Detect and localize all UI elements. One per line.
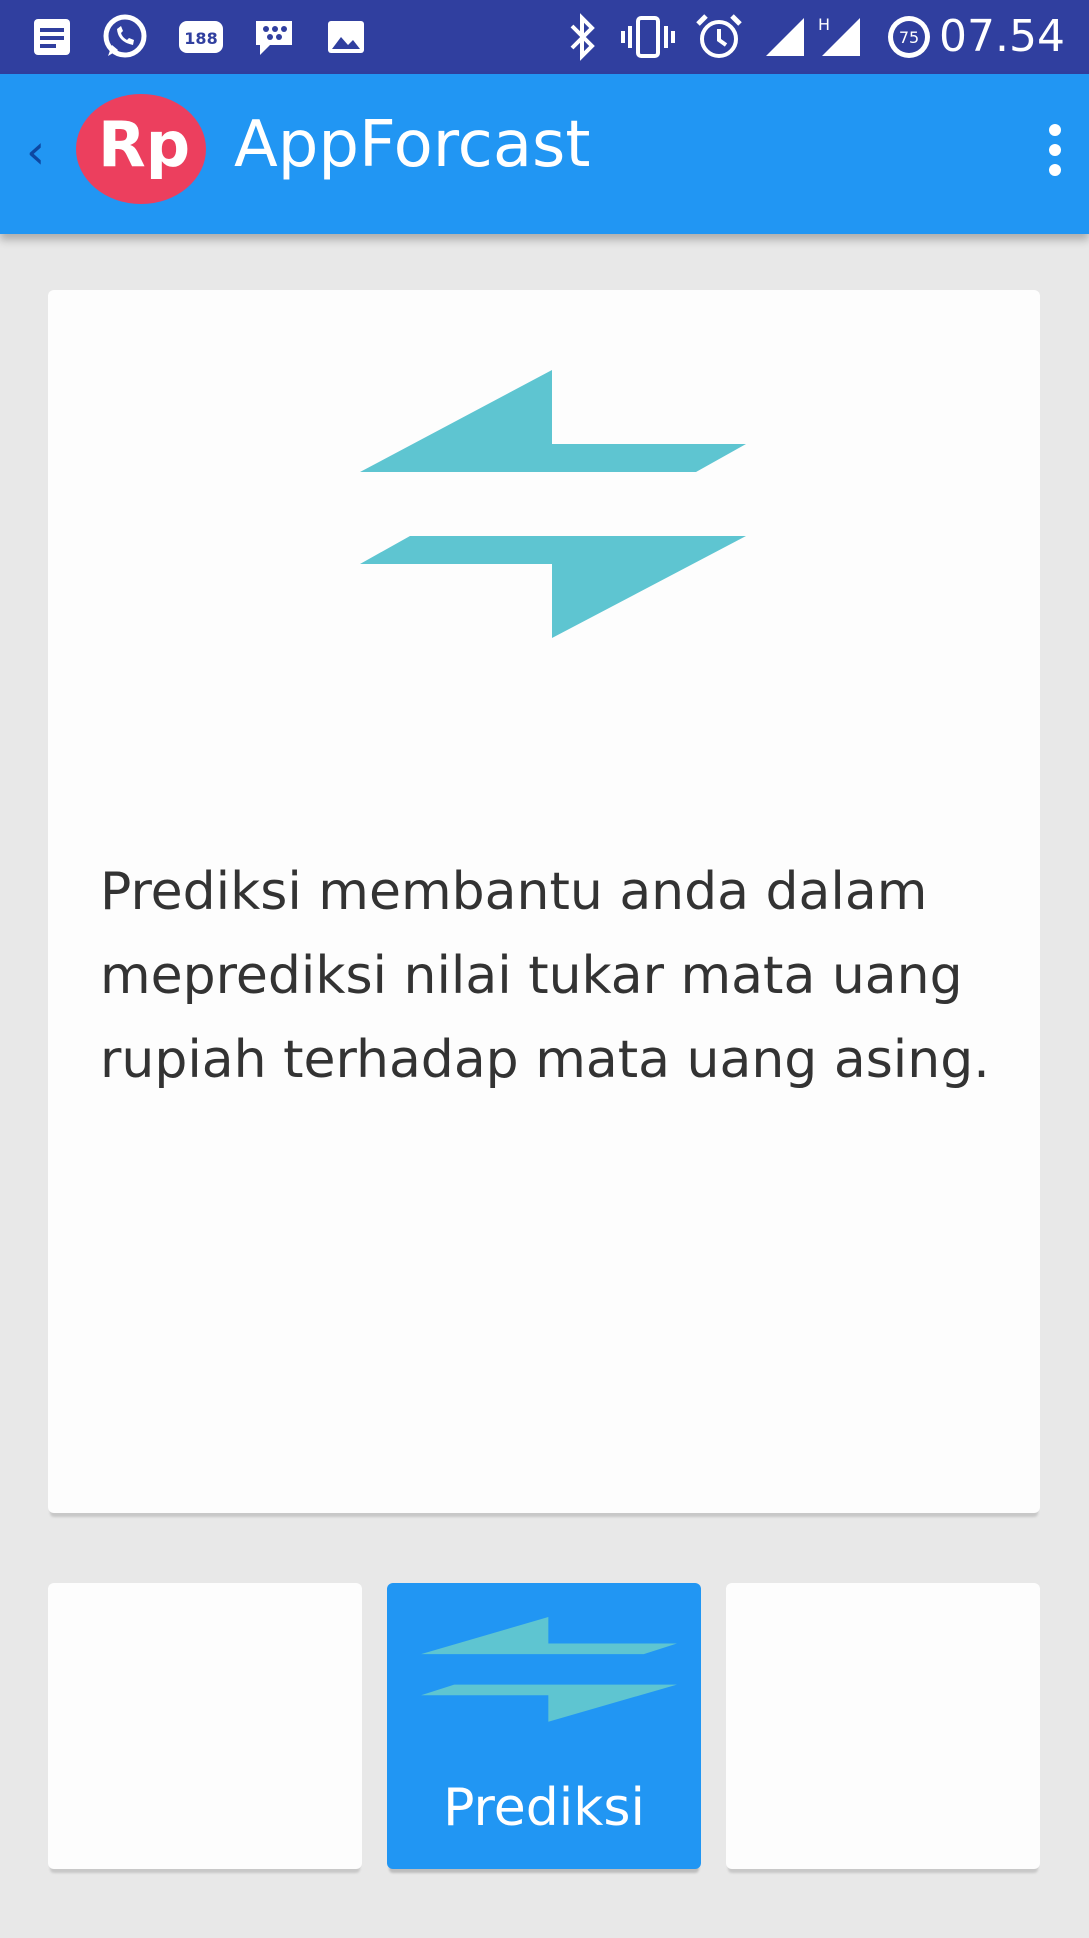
signal-h-icon: H	[812, 12, 864, 62]
vibrate-icon	[620, 12, 676, 62]
swap-arrows-icon	[360, 370, 746, 645]
app-title: AppForcast	[234, 108, 591, 182]
logo-text: Rp	[98, 108, 190, 181]
badge-188-text: 188	[184, 29, 217, 48]
app-logo[interactable]: Rp	[76, 94, 206, 204]
bluetooth-icon	[566, 12, 600, 62]
info-card: Prediksi membantu anda dalam meprediksi …	[48, 290, 1040, 1513]
signal-icon	[762, 12, 808, 62]
tile-right[interactable]	[726, 1583, 1040, 1869]
whatsapp-icon	[100, 12, 150, 62]
app-bar: ‹ Rp AppForcast	[0, 74, 1089, 234]
more-vert-icon[interactable]	[1045, 124, 1065, 184]
notification-188-icon: 188	[176, 12, 226, 62]
tile-prediksi-label: Prediksi	[443, 1778, 645, 1838]
tile-prediksi[interactable]: Prediksi	[387, 1583, 701, 1869]
bbm-icon	[252, 12, 296, 62]
network-type-text: H	[818, 15, 830, 34]
status-time: 07.54	[939, 11, 1065, 62]
back-icon[interactable]: ‹	[26, 124, 45, 180]
description-text: Prediksi membantu anda dalam meprediksi …	[100, 862, 990, 1090]
gallery-icon	[324, 12, 368, 62]
notes-icon	[30, 12, 74, 62]
status-bar: 188 H 75 07.54	[0, 0, 1089, 74]
swap-arrows-icon	[421, 1617, 677, 1740]
alarm-icon	[694, 12, 744, 62]
battery-level-text: 75	[899, 28, 919, 47]
tile-left[interactable]	[48, 1583, 362, 1869]
battery-icon: 75	[884, 12, 934, 62]
